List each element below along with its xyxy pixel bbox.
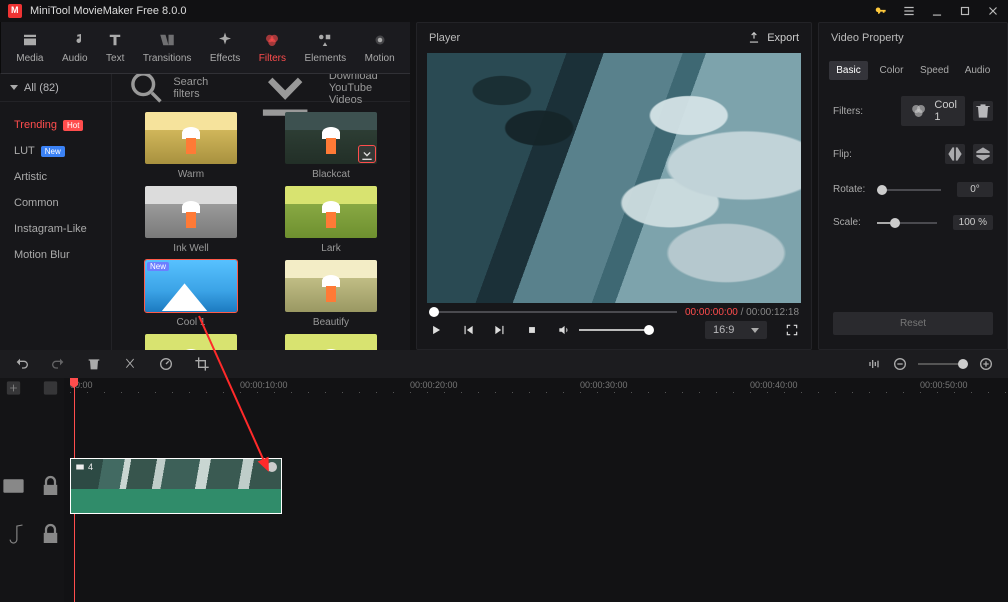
flip-label: Flip:: [833, 149, 877, 160]
speed-button[interactable]: [158, 356, 174, 372]
video-track-header: [0, 458, 64, 514]
filters-label: Filters:: [833, 106, 877, 117]
export-button[interactable]: Export: [747, 31, 799, 45]
filter-name: Blackcat: [312, 169, 350, 180]
sidebar-item-trending[interactable]: TrendingHot: [0, 112, 111, 138]
property-title: Video Property: [831, 32, 904, 44]
player-title: Player: [429, 32, 460, 44]
sidebar-item-common[interactable]: Common: [0, 190, 111, 216]
app-title: MiniTool MovieMaker Free 8.0.0: [30, 5, 187, 17]
menu-icon[interactable]: [902, 4, 916, 18]
rotate-value[interactable]: 0°: [957, 182, 993, 197]
tool-text[interactable]: Text: [106, 31, 124, 64]
tool-media[interactable]: Media: [16, 31, 43, 64]
tab-color[interactable]: Color: [872, 61, 911, 80]
tab-basic[interactable]: Basic: [829, 61, 868, 80]
reset-button[interactable]: Reset: [833, 312, 993, 335]
clip-filter-indicator: [267, 462, 277, 472]
hot-badge: Hot: [63, 120, 83, 131]
filter-name: Beautify: [313, 317, 349, 328]
tool-motion[interactable]: Motion: [365, 31, 395, 64]
filter-thumb[interactable]: Ink Well: [126, 186, 256, 254]
crop-button[interactable]: [194, 356, 210, 372]
minimize-icon[interactable]: [930, 4, 944, 18]
tool-audio[interactable]: Audio: [62, 31, 88, 64]
filter-thumb[interactable]: NewCool 1: [126, 260, 256, 328]
filter-name: Warm: [178, 169, 204, 180]
sidebar-item-instagram[interactable]: Instagram-Like: [0, 216, 111, 242]
sidebar-item-lut[interactable]: LUTNew: [0, 138, 111, 164]
zoom-slider[interactable]: [918, 363, 968, 365]
tool-effects[interactable]: Effects: [210, 31, 240, 64]
add-track-button[interactable]: [0, 378, 64, 398]
tool-elements[interactable]: Elements: [304, 31, 346, 64]
new-badge: New: [41, 146, 65, 157]
download-icon[interactable]: [359, 146, 375, 162]
filter-thumb[interactable]: [126, 334, 256, 350]
video-clip[interactable]: 4: [70, 458, 282, 514]
lock-icon[interactable]: [37, 458, 64, 514]
sidebar-header[interactable]: All (82): [0, 74, 111, 102]
applied-filter-chip[interactable]: Cool 1: [901, 96, 965, 126]
chevron-down-icon: [10, 85, 18, 90]
app-logo: [8, 4, 22, 18]
maximize-icon[interactable]: [958, 4, 972, 18]
audio-track-header: [0, 514, 64, 554]
volume-icon[interactable]: [557, 323, 571, 337]
sidebar-item-artistic[interactable]: Artistic: [0, 164, 111, 190]
tab-speed[interactable]: Speed: [915, 61, 954, 80]
scale-value[interactable]: 100 %: [953, 215, 993, 230]
chevron-down-icon: [751, 328, 759, 333]
zoom-in-button[interactable]: [978, 356, 994, 372]
split-button[interactable]: [122, 356, 138, 372]
filter-category-sidebar: All (82) TrendingHot LUTNew Artistic Com…: [0, 74, 112, 350]
time-readout: 00:00:00:00 / 00:00:12:18: [685, 307, 799, 318]
progress-track[interactable]: [429, 311, 677, 313]
filter-thumb[interactable]: Blackcat: [266, 112, 396, 180]
lock-icon[interactable]: [37, 514, 64, 554]
filter-thumb[interactable]: Lark: [266, 186, 396, 254]
undo-button[interactable]: [14, 356, 30, 372]
volume-slider[interactable]: [579, 329, 649, 331]
close-icon[interactable]: [986, 4, 1000, 18]
filter-name: Cool 1: [177, 317, 206, 328]
aspect-ratio-select[interactable]: 16:9: [705, 321, 767, 339]
player-panel: Player Export 00:00:00:00 / 00:00:12:18 …: [416, 22, 812, 350]
delete-filter-button[interactable]: [973, 101, 993, 121]
timeline-toolbar: [0, 350, 1008, 378]
toggle-audio-icon[interactable]: [866, 356, 882, 372]
filter-name: Ink Well: [173, 243, 208, 254]
filter-thumb[interactable]: Warm: [126, 112, 256, 180]
delete-button[interactable]: [86, 356, 102, 372]
prev-frame-button[interactable]: [461, 323, 475, 337]
stop-button[interactable]: [525, 323, 539, 337]
flip-vertical-button[interactable]: [973, 144, 993, 164]
filter-name: Lark: [321, 243, 340, 254]
redo-button[interactable]: [50, 356, 66, 372]
scale-slider[interactable]: [877, 222, 937, 224]
zoom-out-button[interactable]: [892, 356, 908, 372]
timeline-tracks[interactable]: 00:0000:00:10:0000:00:20:0000:00:30:0000…: [64, 378, 1008, 602]
play-button[interactable]: [429, 323, 443, 337]
tool-filters[interactable]: Filters: [259, 31, 286, 64]
video-preview[interactable]: [427, 53, 801, 303]
upgrade-key-icon[interactable]: [874, 4, 888, 18]
main-toolbar: Media Audio Text Transitions Effects Fil…: [0, 22, 410, 74]
tab-audio[interactable]: Audio: [958, 61, 997, 80]
fullscreen-button[interactable]: [785, 323, 799, 337]
flip-horizontal-button[interactable]: [945, 144, 965, 164]
rotate-slider[interactable]: [877, 189, 941, 191]
sidebar-item-motionblur[interactable]: Motion Blur: [0, 242, 111, 268]
next-frame-button[interactable]: [493, 323, 507, 337]
video-property-panel: Video Property Basic Color Speed Audio F…: [818, 22, 1008, 350]
rotate-label: Rotate:: [833, 184, 877, 195]
scale-label: Scale:: [833, 217, 877, 228]
tool-transitions[interactable]: Transitions: [143, 31, 192, 64]
filter-thumb[interactable]: [266, 334, 396, 350]
titlebar: MiniTool MovieMaker Free 8.0.0: [0, 0, 1008, 22]
filter-thumb[interactable]: Beautify: [266, 260, 396, 328]
